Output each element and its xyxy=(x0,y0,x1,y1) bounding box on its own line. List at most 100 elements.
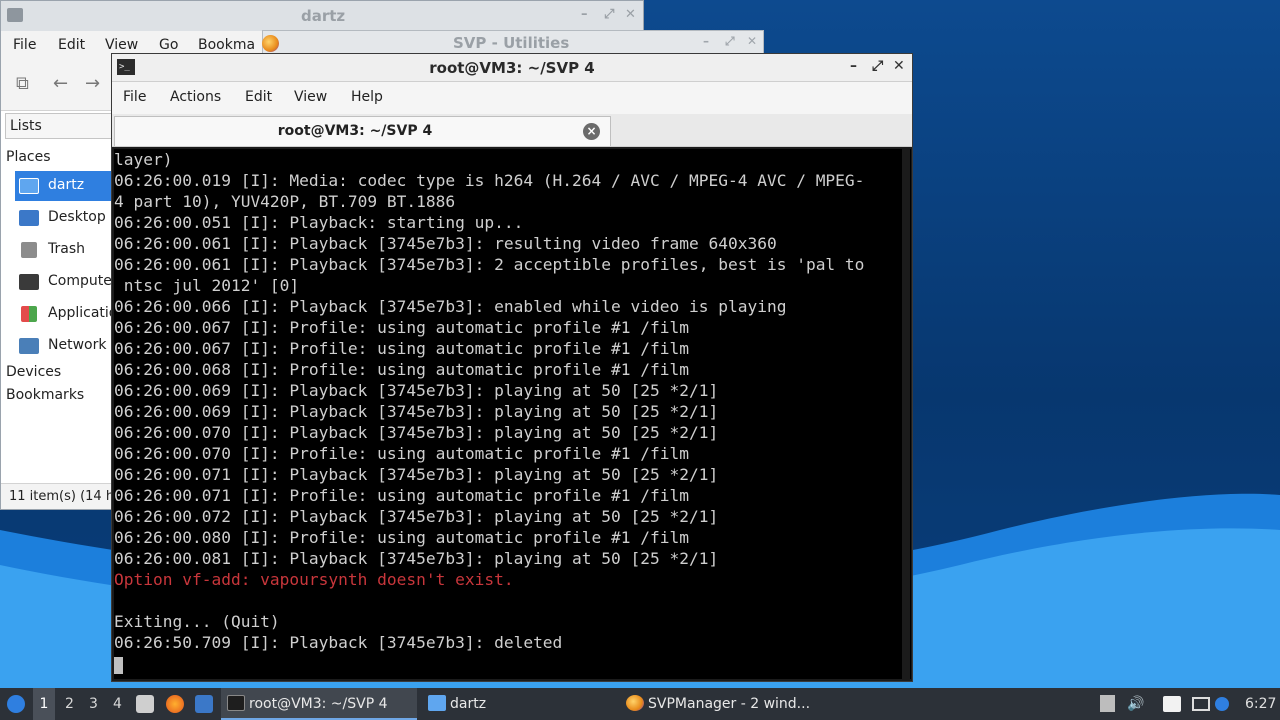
bookmarks-heading[interactable]: Bookmarks xyxy=(6,387,84,403)
svp-utilities-title: SVP - Utilities xyxy=(453,34,570,52)
terminal-line: 06:26:00.072 [I]: Playback [3745e7b3]: p… xyxy=(114,507,719,526)
close-icon[interactable]: ✕ xyxy=(747,34,757,48)
task-label: dartz xyxy=(450,696,487,712)
maximize-icon[interactable]: ⤢ xyxy=(604,7,614,22)
menu-view[interactable]: View xyxy=(105,37,138,53)
sidebar-item-trash[interactable]: Trash xyxy=(15,235,115,265)
sidebar-item-desktop[interactable]: Desktop xyxy=(15,203,115,233)
menu-bookmarks[interactable]: Bookma xyxy=(198,37,255,53)
clock[interactable]: 6:27 xyxy=(1245,696,1276,712)
minimize-icon[interactable]: – xyxy=(581,7,588,22)
firefox-icon[interactable] xyxy=(166,695,184,713)
workspace-3[interactable]: 3 xyxy=(89,696,98,712)
terminal-line: 06:26:00.071 [I]: Playback [3745e7b3]: p… xyxy=(114,465,719,484)
file-manager-launcher-icon[interactable] xyxy=(136,695,154,713)
terminal-window: >_ root@VM3: ~/SVP 4 – ⤢ ✕ File Actions … xyxy=(111,53,913,682)
maximize-icon[interactable]: ⤢ xyxy=(872,58,883,74)
new-window-icon[interactable]: ⧉ xyxy=(16,73,29,94)
terminal-line: 06:26:00.067 [I]: Profile: using automat… xyxy=(114,339,689,358)
task-label: root@VM3: ~/SVP 4 xyxy=(249,696,388,712)
svp-icon xyxy=(626,695,644,711)
sidebar-item-dartz[interactable]: dartz xyxy=(15,171,115,201)
terminal-line: 06:26:50.709 [I]: Playback [3745e7b3]: d… xyxy=(114,633,563,652)
file-manager-statusbar: 11 item(s) (14 h xyxy=(1,483,113,509)
terminal-scrollbar[interactable] xyxy=(902,149,910,679)
menu-view[interactable]: View xyxy=(294,89,327,105)
folder-icon xyxy=(7,8,23,22)
network-tray-icon[interactable] xyxy=(1192,697,1210,711)
terminal-tabbar: root@VM3: ~/SVP 4 × xyxy=(112,114,912,147)
back-arrow-icon[interactable]: ← xyxy=(53,73,68,94)
desktop-icon xyxy=(19,210,39,226)
workspace-2[interactable]: 2 xyxy=(65,696,74,712)
terminal-line: Exiting... (Quit) xyxy=(114,612,280,631)
terminal-line: 06:26:00.061 [I]: Playback [3745e7b3]: r… xyxy=(114,234,777,253)
sidebar-mode-select[interactable]: Lists xyxy=(5,113,115,139)
sidebar-item-label: Applicatio xyxy=(48,305,118,321)
terminal-error-line: Option vf-add: vapoursynth doesn't exist… xyxy=(114,570,514,589)
terminal-line: 06:26:00.051 [I]: Playback: starting up.… xyxy=(114,213,524,232)
notes-icon[interactable] xyxy=(1163,696,1181,712)
home-folder-icon xyxy=(19,178,39,194)
volume-icon[interactable]: 🔊 xyxy=(1127,696,1144,712)
sidebar-item-network[interactable]: Network xyxy=(15,331,115,361)
terminal-line: 06:26:00.019 [I]: Media: codec type is h… xyxy=(114,171,865,190)
maximize-icon[interactable]: ⤢ xyxy=(725,34,735,49)
trash-icon xyxy=(21,242,37,258)
terminal-line: 06:26:00.068 [I]: Profile: using automat… xyxy=(114,360,689,379)
terminal-output[interactable]: layer) 06:26:00.019 [I]: Media: codec typ… xyxy=(114,149,911,679)
menu-edit[interactable]: Edit xyxy=(58,37,85,53)
start-menu-icon[interactable] xyxy=(7,695,25,713)
close-icon[interactable]: ✕ xyxy=(625,7,636,22)
terminal-icon xyxy=(227,695,245,711)
terminal-line: 4 part 10), YUV420P, BT.709 BT.1886 xyxy=(114,192,456,211)
menu-actions[interactable]: Actions xyxy=(170,89,221,105)
taskbar: 1 2 3 4 root@VM3: ~/SVP 4 dartz SVPManag… xyxy=(0,688,1280,720)
terminal-line: layer) xyxy=(114,150,173,169)
svp-app-icon xyxy=(262,35,279,52)
sidebar-item-computer[interactable]: Compute xyxy=(15,267,115,297)
menu-file[interactable]: File xyxy=(123,89,146,105)
terminal-line: 06:26:00.067 [I]: Profile: using automat… xyxy=(114,318,689,337)
sidebar-item-label: dartz xyxy=(48,177,85,193)
task-terminal[interactable]: root@VM3: ~/SVP 4 xyxy=(221,688,417,720)
task-svpmanager[interactable]: SVPManager - 2 wind... xyxy=(620,688,820,720)
file-manager-title: dartz xyxy=(301,7,346,25)
menu-go[interactable]: Go xyxy=(159,37,178,53)
terminal-lines: layer) 06:26:00.019 [I]: Media: codec typ… xyxy=(114,149,911,674)
menu-edit[interactable]: Edit xyxy=(245,89,272,105)
minimize-icon[interactable]: – xyxy=(850,58,857,74)
update-notifier-icon[interactable] xyxy=(1215,697,1229,711)
sidebar-item-applications[interactable]: Applicatio xyxy=(15,299,118,329)
sidebar-item-label: Trash xyxy=(48,241,85,257)
terminal-line: 06:26:00.070 [I]: Playback [3745e7b3]: p… xyxy=(114,423,719,442)
workspace-1[interactable]: 1 xyxy=(33,688,55,720)
forward-arrow-icon[interactable]: → xyxy=(85,73,100,94)
devices-heading[interactable]: Devices xyxy=(6,364,61,380)
workspace-4[interactable]: 4 xyxy=(113,696,122,712)
close-tab-icon[interactable]: × xyxy=(583,123,600,140)
terminal-tab[interactable]: root@VM3: ~/SVP 4 × xyxy=(114,116,611,146)
file-manager-sidebar: Lists Places dartz Desktop Trash Compute… xyxy=(1,111,118,486)
menu-file[interactable]: File xyxy=(13,37,36,53)
file-manager-titlebar[interactable]: dartz – ⤢ ✕ xyxy=(1,1,643,31)
minimize-icon[interactable]: – xyxy=(703,34,709,48)
tab-label: root@VM3: ~/SVP 4 xyxy=(277,123,433,139)
terminal-line: 06:26:00.071 [I]: Profile: using automat… xyxy=(114,486,689,505)
menu-help[interactable]: Help xyxy=(351,89,383,105)
svp-utilities-titlebar[interactable]: SVP - Utilities – ⤢ ✕ xyxy=(262,30,764,54)
task-file-manager[interactable]: dartz xyxy=(420,688,616,720)
terminal-title: root@VM3: ~/SVP 4 xyxy=(429,59,595,77)
terminal-line: 06:26:00.070 [I]: Profile: using automat… xyxy=(114,444,689,463)
clipboard-icon[interactable] xyxy=(1100,695,1115,712)
show-desktop-icon[interactable] xyxy=(195,695,213,713)
terminal-titlebar[interactable]: >_ root@VM3: ~/SVP 4 – ⤢ ✕ xyxy=(112,54,912,82)
terminal-prompt-line xyxy=(114,653,911,674)
terminal-line: 06:26:00.061 [I]: Playback [3745e7b3]: 2… xyxy=(114,255,865,274)
terminal-line: 06:26:00.069 [I]: Playback [3745e7b3]: p… xyxy=(114,402,719,421)
terminal-line: 06:26:00.081 [I]: Playback [3745e7b3]: p… xyxy=(114,549,719,568)
task-label: SVPManager - 2 wind... xyxy=(648,696,811,712)
close-icon[interactable]: ✕ xyxy=(893,58,905,74)
folder-icon xyxy=(428,695,446,711)
